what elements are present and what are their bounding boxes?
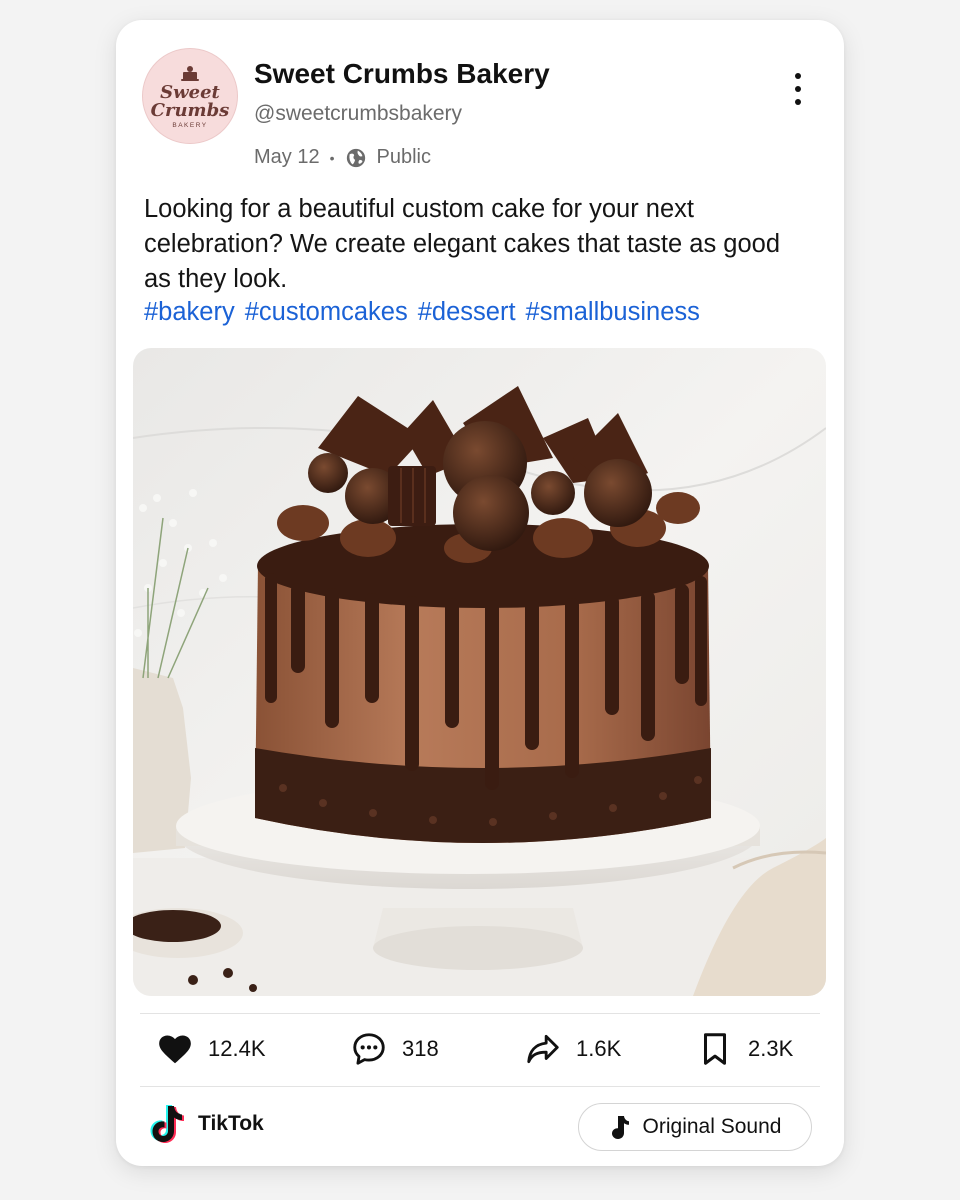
avatar-logo-subtext: BAKERY bbox=[172, 121, 208, 129]
avatar-logo-text: Crumbs bbox=[150, 99, 230, 121]
hashtag-link[interactable]: #smallbusiness bbox=[526, 298, 700, 327]
save-button[interactable]: 2.3K bbox=[696, 1030, 793, 1068]
like-button[interactable]: 12.4K bbox=[156, 1030, 266, 1068]
hashtag-link[interactable]: #customcakes bbox=[245, 298, 408, 327]
platform-badge[interactable]: TikTok bbox=[146, 1102, 264, 1146]
meta-separator: • bbox=[329, 149, 335, 166]
comment-count: 318 bbox=[402, 1036, 439, 1061]
post-caption: Looking for a beautiful custom cake for … bbox=[144, 195, 781, 293]
hashtag-link[interactable]: #dessert bbox=[418, 298, 516, 327]
original-sound-button[interactable]: Original Sound bbox=[578, 1103, 812, 1151]
comment-button[interactable]: 318 bbox=[350, 1030, 439, 1068]
cake-logo-icon bbox=[181, 65, 199, 81]
like-count: 12.4K bbox=[208, 1036, 266, 1061]
share-button[interactable]: 1.6K bbox=[524, 1030, 621, 1068]
action-bar: 12.4K 318 1.6K 2.3K bbox=[156, 1030, 804, 1074]
comment-icon bbox=[353, 1033, 385, 1065]
avatar[interactable]: Sweet Crumbs BAKERY bbox=[142, 48, 238, 144]
divider bbox=[140, 1013, 820, 1014]
bookmark-icon bbox=[703, 1033, 727, 1065]
more-vertical-icon bbox=[795, 73, 801, 79]
post-image[interactable] bbox=[133, 348, 826, 996]
post-meta: May 12 • Public bbox=[254, 146, 431, 169]
share-count: 1.6K bbox=[576, 1036, 622, 1061]
heart-icon bbox=[159, 1035, 191, 1064]
tiktok-logo-icon bbox=[150, 1105, 184, 1143]
globe-icon bbox=[346, 148, 365, 167]
avatar-logo-text: Sweet bbox=[160, 81, 220, 103]
cake-photo-illustration bbox=[133, 348, 826, 996]
save-count: 2.3K bbox=[748, 1036, 794, 1061]
visibility-label: Public bbox=[376, 146, 431, 168]
post-date: May 12 bbox=[254, 146, 320, 168]
divider bbox=[140, 1086, 820, 1087]
platform-name: TikTok bbox=[198, 1112, 264, 1135]
account-name[interactable]: Sweet Crumbs Bakery bbox=[254, 58, 550, 90]
music-note-icon bbox=[611, 1116, 629, 1139]
post-card: Sweet Crumbs BAKERY Sweet Crumbs Bakery … bbox=[116, 20, 844, 1166]
hashtag-list: #bakery #customcakes #dessert #smallbusi… bbox=[144, 298, 700, 327]
account-handle[interactable]: @sweetcrumbsbakery bbox=[254, 102, 462, 126]
sound-label: Original Sound bbox=[642, 1115, 782, 1138]
share-icon bbox=[527, 1034, 559, 1064]
hashtag-link[interactable]: #bakery bbox=[144, 298, 235, 327]
more-options-button[interactable] bbox=[788, 70, 808, 108]
